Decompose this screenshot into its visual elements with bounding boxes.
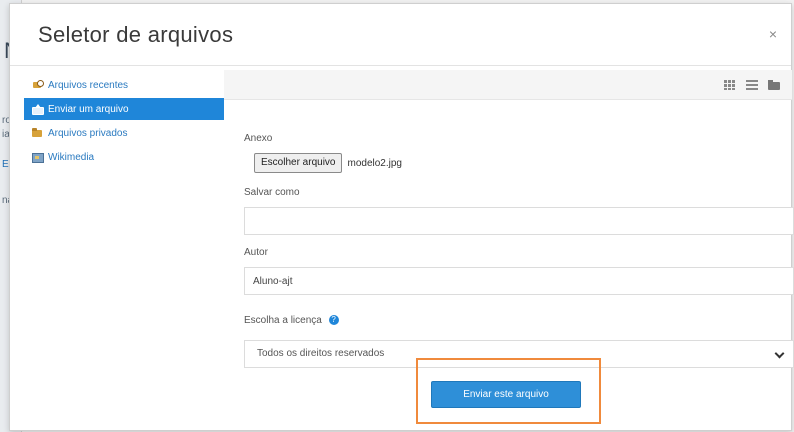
- page: N ro ia E na Seletor de arquivos × Arqui…: [0, 0, 794, 432]
- attachment-label: Anexo: [244, 133, 273, 144]
- license-selected-value: Todos os direitos reservados: [257, 348, 385, 359]
- nav-item-upload-file[interactable]: Enviar um arquivo: [24, 98, 224, 120]
- upload-file-button[interactable]: Enviar este arquivo: [431, 381, 581, 408]
- dialog-header: Seletor de arquivos ×: [10, 4, 791, 66]
- upload-icon: [32, 104, 44, 115]
- nav-item-private-files[interactable]: Arquivos privados: [24, 122, 224, 144]
- upload-panel: Anexo Escolher arquivo modelo2.jpg Salva…: [224, 70, 794, 430]
- choose-file-button[interactable]: Escolher arquivo: [254, 153, 343, 173]
- private-files-icon: [32, 128, 44, 138]
- chevron-down-icon: [775, 350, 783, 358]
- author-input[interactable]: [244, 267, 794, 295]
- nav-item-label: Enviar um arquivo: [48, 103, 129, 115]
- help-icon[interactable]: ?: [328, 315, 339, 326]
- license-label: Escolha a licença ?: [244, 315, 339, 326]
- view-switcher: [724, 80, 780, 90]
- recent-files-icon: [32, 80, 44, 90]
- nav-item-recent-files[interactable]: Arquivos recentes: [24, 74, 224, 96]
- nav-item-label: Arquivos privados: [48, 127, 128, 139]
- file-chooser: Escolher arquivo modelo2.jpg: [254, 152, 402, 174]
- selected-file-name: modelo2.jpg: [347, 157, 402, 169]
- tree-view-icon[interactable]: [768, 80, 780, 90]
- license-select[interactable]: Todos os direitos reservados: [244, 340, 794, 368]
- file-picker-nav: Arquivos recentes Enviar um arquivo Arqu…: [24, 74, 224, 170]
- nav-item-wikimedia[interactable]: Wikimedia: [24, 146, 224, 168]
- close-button[interactable]: ×: [765, 26, 781, 42]
- file-picker-dialog: Seletor de arquivos × Arquivos recentes …: [9, 3, 794, 431]
- license-label-text: Escolha a licença: [244, 315, 322, 326]
- grid-view-icon[interactable]: [724, 80, 736, 90]
- view-toolbar: [224, 70, 792, 100]
- author-label: Autor: [244, 247, 268, 258]
- save-as-label: Salvar como: [244, 187, 300, 198]
- wikimedia-icon: [32, 152, 44, 163]
- nav-item-label: Wikimedia: [48, 151, 95, 163]
- dialog-title: Seletor de arquivos: [38, 22, 234, 47]
- background-link-fragment: E: [2, 159, 9, 170]
- nav-item-label: Arquivos recentes: [48, 79, 129, 91]
- save-as-label-text: Salvar como: [244, 187, 300, 198]
- save-as-input[interactable]: [244, 207, 794, 235]
- list-view-icon[interactable]: [746, 80, 758, 90]
